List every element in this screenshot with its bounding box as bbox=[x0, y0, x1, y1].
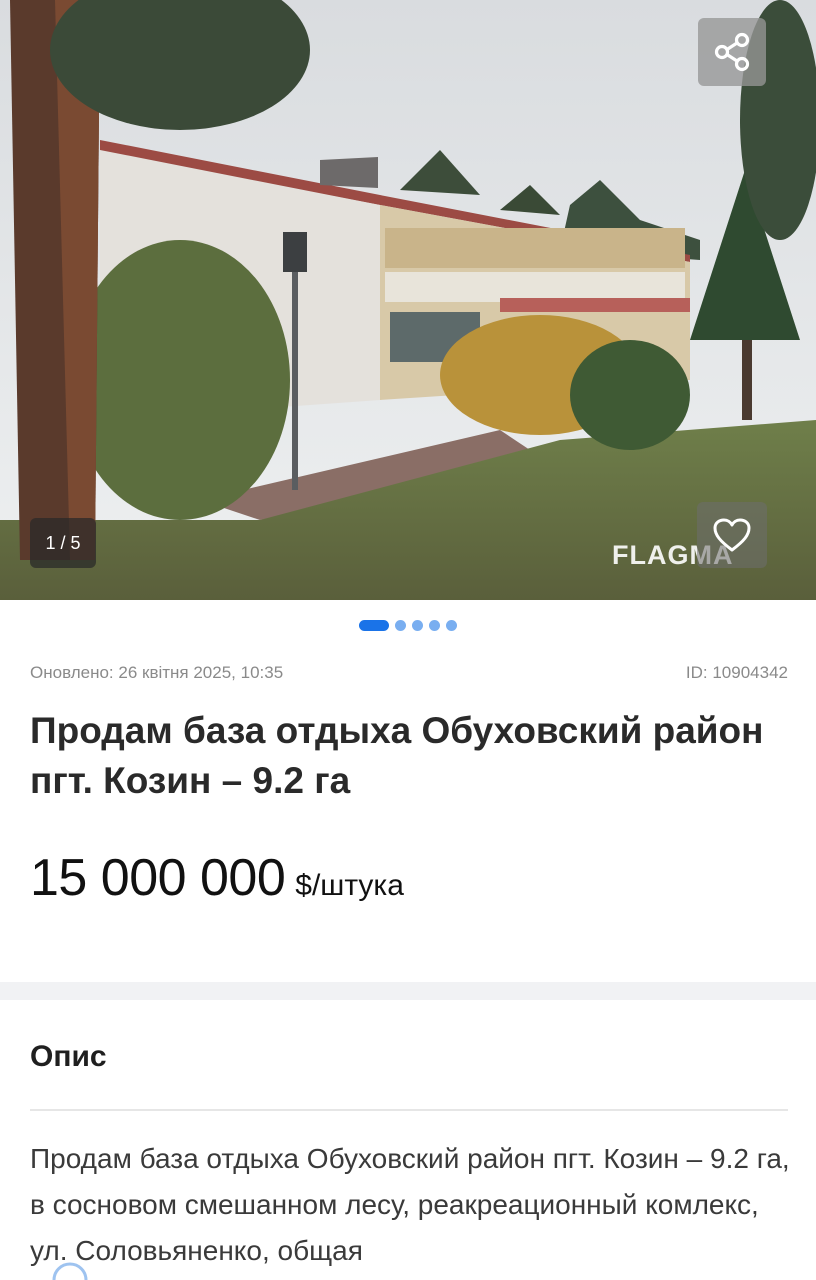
price-unit: $/штука bbox=[295, 869, 404, 902]
section-separator bbox=[0, 982, 816, 1000]
description-text: Продам база отдыха Обуховский район пгт.… bbox=[30, 1143, 790, 1266]
carousel-dot-active[interactable] bbox=[359, 619, 389, 631]
listing-title: Продам база отдыха Обуховский район пгт.… bbox=[30, 710, 764, 801]
price: 15 000 000 $/штука bbox=[30, 848, 404, 908]
heart-outline-icon bbox=[713, 518, 751, 552]
chat-icon[interactable] bbox=[40, 1262, 100, 1280]
listing-id: ID: 10904342 bbox=[685, 663, 788, 682]
share-icon bbox=[714, 32, 750, 72]
price-value: 15 000 000 bbox=[30, 849, 286, 907]
listing-photo[interactable] bbox=[0, 0, 816, 600]
photo-counter: 1 / 5 bbox=[30, 518, 96, 568]
description-heading: Опис bbox=[30, 1040, 107, 1073]
carousel-dot[interactable] bbox=[412, 619, 423, 631]
carousel-dot[interactable] bbox=[395, 619, 406, 631]
photo-gallery[interactable]: 1 / 5 FLAGMA bbox=[0, 0, 816, 600]
favorite-button[interactable] bbox=[697, 502, 767, 568]
carousel-indicator bbox=[0, 618, 816, 632]
carousel-dot[interactable] bbox=[446, 619, 457, 631]
carousel-dot[interactable] bbox=[429, 619, 440, 631]
listing-meta: Оновлено: 26 квітня 2025, 10:35 ID: 1090… bbox=[30, 663, 788, 683]
updated-date: Оновлено: 26 квітня 2025, 10:35 bbox=[30, 663, 284, 682]
divider bbox=[30, 1109, 788, 1111]
share-button[interactable] bbox=[698, 18, 766, 86]
